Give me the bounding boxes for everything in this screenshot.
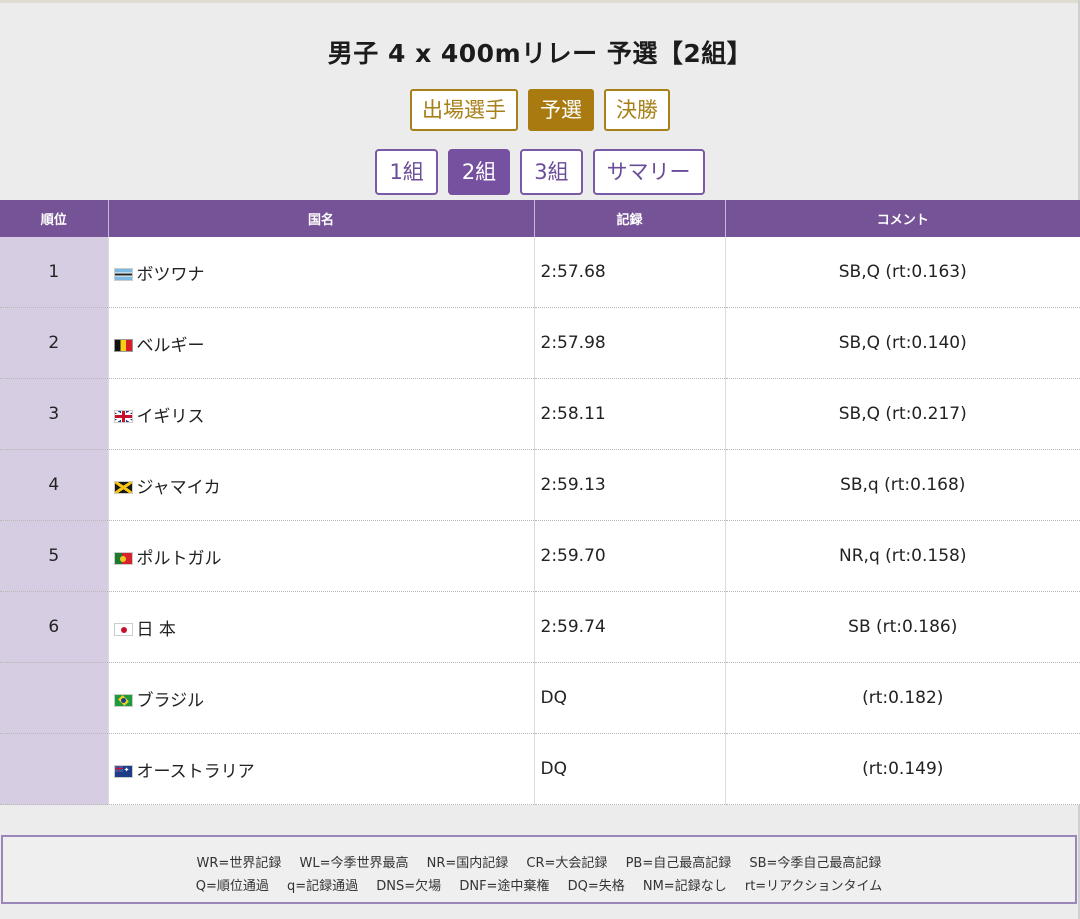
- header-comment: コメント: [724, 200, 1080, 237]
- table-row: 3 イギリス 2:58.11 SB,Q (rt:0.217): [0, 378, 1080, 450]
- stage-tabs: 出場選手 予選 決勝: [0, 89, 1080, 131]
- tab-heat-2[interactable]: 2組: [447, 149, 511, 195]
- abbreviation-legend: WR=世界記録 WL=今季世界最高 NR=国内記録 CR=大会記録 PB=自己最…: [1, 835, 1077, 904]
- portugal-flag-icon: [113, 551, 133, 565]
- rank-cell: [0, 733, 108, 805]
- legend-item: Q=順位通過: [195, 879, 269, 894]
- record-cell: 2:59.70: [533, 520, 725, 592]
- tab-heat-3[interactable]: 3組: [520, 149, 583, 195]
- rank-cell: 2: [0, 307, 108, 379]
- table-header-row: 順位 国名 記録 コメント: [0, 200, 1080, 237]
- botswana-flag-icon: [113, 267, 133, 281]
- country-cell: 日 本: [107, 591, 534, 663]
- country-cell: オーストラリア: [107, 733, 534, 805]
- country-name: ベルギー: [136, 335, 205, 356]
- legend-item: rt=リアクションタイム: [744, 879, 883, 894]
- rank-cell: 1: [0, 237, 108, 308]
- record-cell: DQ: [533, 733, 725, 805]
- legend-item: NM=記録なし: [642, 879, 727, 894]
- legend-line-2: Q=順位通過 q=記録通過 DNS=欠場 DNF=途中棄権 DQ=失格 NM=記…: [3, 875, 1075, 898]
- header-rank: 順位: [0, 200, 108, 237]
- tab-final[interactable]: 決勝: [604, 89, 670, 131]
- record-cell: DQ: [533, 662, 725, 734]
- country-name: ポルトガル: [136, 548, 222, 569]
- table-row: 5 ポルトガル 2:59.70 NR,q (rt:0.158): [0, 520, 1080, 592]
- legend-item: q=記録通過: [287, 879, 359, 894]
- rank-cell: 3: [0, 378, 108, 450]
- rank-cell: 5: [0, 520, 108, 592]
- table-row: 2 ベルギー 2:57.98 SB,Q (rt:0.140): [0, 307, 1080, 379]
- belgium-flag-icon: [113, 338, 133, 352]
- uk-flag-icon: [113, 409, 133, 423]
- country-name: ジャマイカ: [136, 477, 221, 498]
- country-cell: ポルトガル: [107, 520, 534, 592]
- record-cell: 2:59.74: [533, 591, 725, 663]
- comment-cell: NR,q (rt:0.158): [724, 520, 1080, 592]
- record-cell: 2:57.68: [533, 237, 725, 308]
- country-name: イギリス: [136, 406, 205, 427]
- country-cell: ブラジル: [107, 662, 534, 734]
- legend-item: DNS=欠場: [376, 879, 442, 894]
- country-name: 日 本: [136, 619, 176, 640]
- country-name: オーストラリア: [136, 761, 255, 782]
- legend-item: CR=大会記録: [526, 856, 608, 871]
- results-table: 順位 国名 記録 コメント 1 ボツワナ 2:57.68 SB,Q (rt:0.…: [0, 200, 1080, 805]
- comment-cell: SB,q (rt:0.168): [724, 449, 1080, 521]
- table-row: 4 ジャマイカ 2:59.13 SB,q (rt:0.168): [0, 449, 1080, 521]
- tab-heat-1[interactable]: 1組: [375, 149, 438, 195]
- tab-entrants[interactable]: 出場選手: [410, 89, 518, 131]
- top-border: [0, 0, 1080, 3]
- header-record: 記録: [533, 200, 725, 237]
- australia-flag-icon: [113, 764, 133, 778]
- table-row: ブラジル DQ (rt:0.182): [0, 662, 1080, 734]
- legend-item: DQ=失格: [567, 879, 625, 894]
- legend-item: WR=世界記録: [196, 856, 282, 871]
- country-cell: ベルギー: [107, 307, 534, 379]
- legend-item: DNF=途中棄権: [459, 879, 550, 894]
- country-cell: ジャマイカ: [107, 449, 534, 521]
- country-name: ボツワナ: [136, 264, 205, 285]
- table-row: オーストラリア DQ (rt:0.149): [0, 733, 1080, 805]
- japan-flag-icon: [113, 622, 133, 636]
- page-title: 男子 4 x 400mリレー 予選【2組】: [327, 39, 753, 68]
- rank-cell: [0, 662, 108, 734]
- comment-cell: SB,Q (rt:0.163): [724, 237, 1080, 308]
- comment-cell: SB,Q (rt:0.217): [724, 378, 1080, 450]
- rank-cell: 4: [0, 449, 108, 521]
- heat-tabs: 1組 2組 3組 サマリー: [0, 149, 1080, 195]
- legend-item: WL=今季世界最高: [299, 856, 409, 871]
- brazil-flag-icon: [113, 693, 133, 707]
- comment-cell: SB (rt:0.186): [724, 591, 1080, 663]
- country-name: ブラジル: [136, 690, 205, 711]
- legend-item: NR=国内記録: [426, 856, 509, 871]
- tab-summary[interactable]: サマリー: [592, 149, 705, 195]
- table-row: 6 日 本 2:59.74 SB (rt:0.186): [0, 591, 1080, 663]
- country-cell: ボツワナ: [107, 237, 534, 308]
- tab-heats[interactable]: 予選: [528, 89, 594, 131]
- record-cell: 2:57.98: [533, 307, 725, 379]
- comment-cell: (rt:0.182): [724, 662, 1080, 734]
- legend-item: SB=今季自己最高記録: [749, 856, 882, 871]
- record-cell: 2:58.11: [533, 378, 725, 450]
- header-country: 国名: [107, 200, 534, 237]
- record-cell: 2:59.13: [533, 449, 725, 521]
- table-row: 1 ボツワナ 2:57.68 SB,Q (rt:0.163): [0, 237, 1080, 308]
- comment-cell: (rt:0.149): [724, 733, 1080, 805]
- legend-line-1: WR=世界記録 WL=今季世界最高 NR=国内記録 CR=大会記録 PB=自己最…: [3, 852, 1075, 875]
- rank-cell: 6: [0, 591, 108, 663]
- legend-item: PB=自己最高記録: [625, 856, 732, 871]
- jamaica-flag-icon: [113, 480, 133, 494]
- comment-cell: SB,Q (rt:0.140): [724, 307, 1080, 379]
- country-cell: イギリス: [107, 378, 534, 450]
